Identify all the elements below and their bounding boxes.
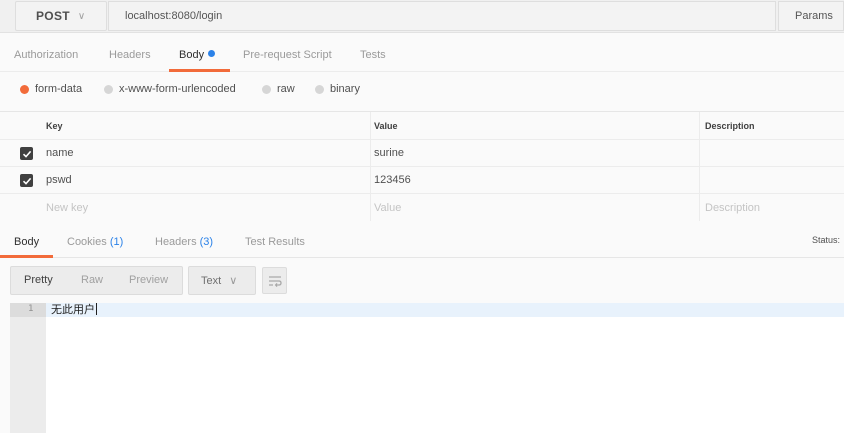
status-label: Status: [811,235,840,245]
table-row: name surine [0,140,844,167]
table-new-row: New key Value Description [0,194,844,221]
header-key: Key [46,120,63,131]
response-tab-cookies[interactable]: Cookies (1) [67,236,123,248]
check-icon [22,150,31,158]
radio-label: raw [277,83,295,95]
view-preview-button[interactable]: Preview [129,274,168,286]
active-response-tab-indicator [0,255,53,258]
format-select[interactable]: Text ∨ [188,266,256,295]
response-tab-test-results[interactable]: Test Results [245,236,305,248]
tab-body[interactable]: Body [179,49,216,61]
radio-x-www-form-urlencoded[interactable]: x-www-form-urlencoded [104,83,236,95]
table-row: pswd 123456 [0,167,844,194]
row-value[interactable]: surine [374,147,404,159]
format-label: Text [201,274,222,287]
tab-label: Cookies [67,236,107,248]
radio-unselected-icon [104,84,113,94]
table-header: Key Value Description [0,112,844,140]
line-gutter [10,303,46,433]
headers-count: (3) [199,236,214,248]
cookies-count: (1) [109,236,124,248]
radio-unselected-icon [262,84,271,94]
tab-pre-request-script[interactable]: Pre-request Script [243,49,332,61]
new-description-input[interactable]: Description [705,202,760,214]
chevron-down-icon: ∨ [77,10,86,22]
text-cursor [96,303,97,315]
method-select[interactable]: POST ∨ [15,1,107,31]
url-input[interactable]: localhost:8080/login [108,1,776,31]
response-tabs: Body Cookies (1) Headers (3) Test Result… [0,225,844,258]
code-text: 无此用户 [51,303,95,316]
request-bar: POST ∨ localhost:8080/login Params [0,0,844,33]
radio-label: x-www-form-urlencoded [119,83,236,95]
url-text: localhost:8080/login [125,10,223,22]
tab-headers[interactable]: Headers [109,49,151,61]
radio-binary[interactable]: binary [315,83,360,95]
response-body-editor[interactable]: 1 无此用户 [10,303,844,433]
radio-selected-icon [20,84,29,94]
wrap-lines-icon [268,275,282,287]
radio-form-data[interactable]: form-data [20,83,82,95]
row-value[interactable]: 123456 [374,174,411,186]
request-tabs: Authorization Headers Body Pre-request S… [0,40,844,72]
chevron-down-icon: ∨ [229,275,238,287]
active-line [10,303,844,317]
body-type-options: form-data x-www-form-urlencoded raw bina… [0,76,844,106]
form-data-table: Key Value Description name surine pswd 1… [0,111,844,221]
row-key[interactable]: pswd [46,174,72,186]
wrap-lines-button[interactable] [262,267,287,294]
response-tab-body[interactable]: Body [14,236,39,248]
radio-label: binary [330,83,360,95]
modified-dot-icon [208,50,216,57]
params-button[interactable]: Params [778,1,844,31]
code-line: 无此用户 [51,303,97,317]
active-tab-indicator [169,69,230,72]
radio-raw[interactable]: raw [262,83,295,95]
tab-label: Headers [155,236,197,248]
method-label: POST [36,9,70,23]
row-checkbox[interactable] [20,174,33,187]
view-mode-group: Pretty Raw Preview [10,266,183,295]
tab-body-label: Body [179,49,205,61]
response-tab-headers[interactable]: Headers (3) [155,236,213,248]
row-key[interactable]: name [46,147,74,159]
row-checkbox[interactable] [20,147,33,160]
header-description: Description [705,120,755,131]
new-key-input[interactable]: New key [46,202,88,214]
new-value-input[interactable]: Value [374,202,401,214]
view-pretty-button[interactable]: Pretty [24,274,53,286]
params-label: Params [795,10,833,22]
radio-unselected-icon [315,84,324,94]
header-value: Value [374,120,398,131]
check-icon [22,177,31,185]
tab-authorization[interactable]: Authorization [14,49,78,61]
tab-tests[interactable]: Tests [360,49,386,61]
radio-label: form-data [35,83,83,95]
view-raw-button[interactable]: Raw [81,274,103,286]
line-number: 1 [28,304,34,314]
